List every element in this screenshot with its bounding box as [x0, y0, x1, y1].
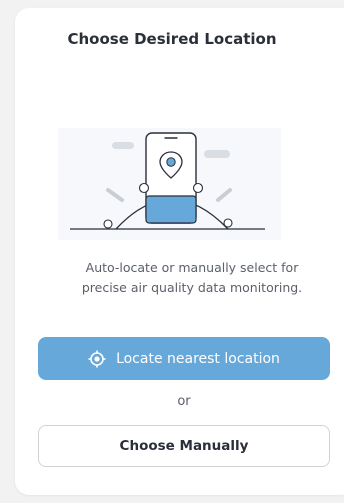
- crosshair-icon: [88, 350, 106, 368]
- choose-manually-button[interactable]: Choose Manually: [38, 425, 330, 467]
- description: Auto-locate or manually select for preci…: [40, 258, 344, 298]
- description-line-1: Auto-locate or manually select for: [85, 260, 299, 275]
- locate-nearest-button[interactable]: Locate nearest location: [38, 337, 330, 380]
- locate-button-label: Locate nearest location: [116, 350, 280, 367]
- manual-button-label: Choose Manually: [119, 438, 249, 454]
- description-line-2: precise air quality data monitoring.: [81, 280, 303, 295]
- phone-location-illustration: [58, 128, 281, 240]
- location-card: [15, 8, 344, 495]
- page-title: Choose Desired Location: [67, 30, 277, 48]
- or-separator: or: [177, 394, 191, 409]
